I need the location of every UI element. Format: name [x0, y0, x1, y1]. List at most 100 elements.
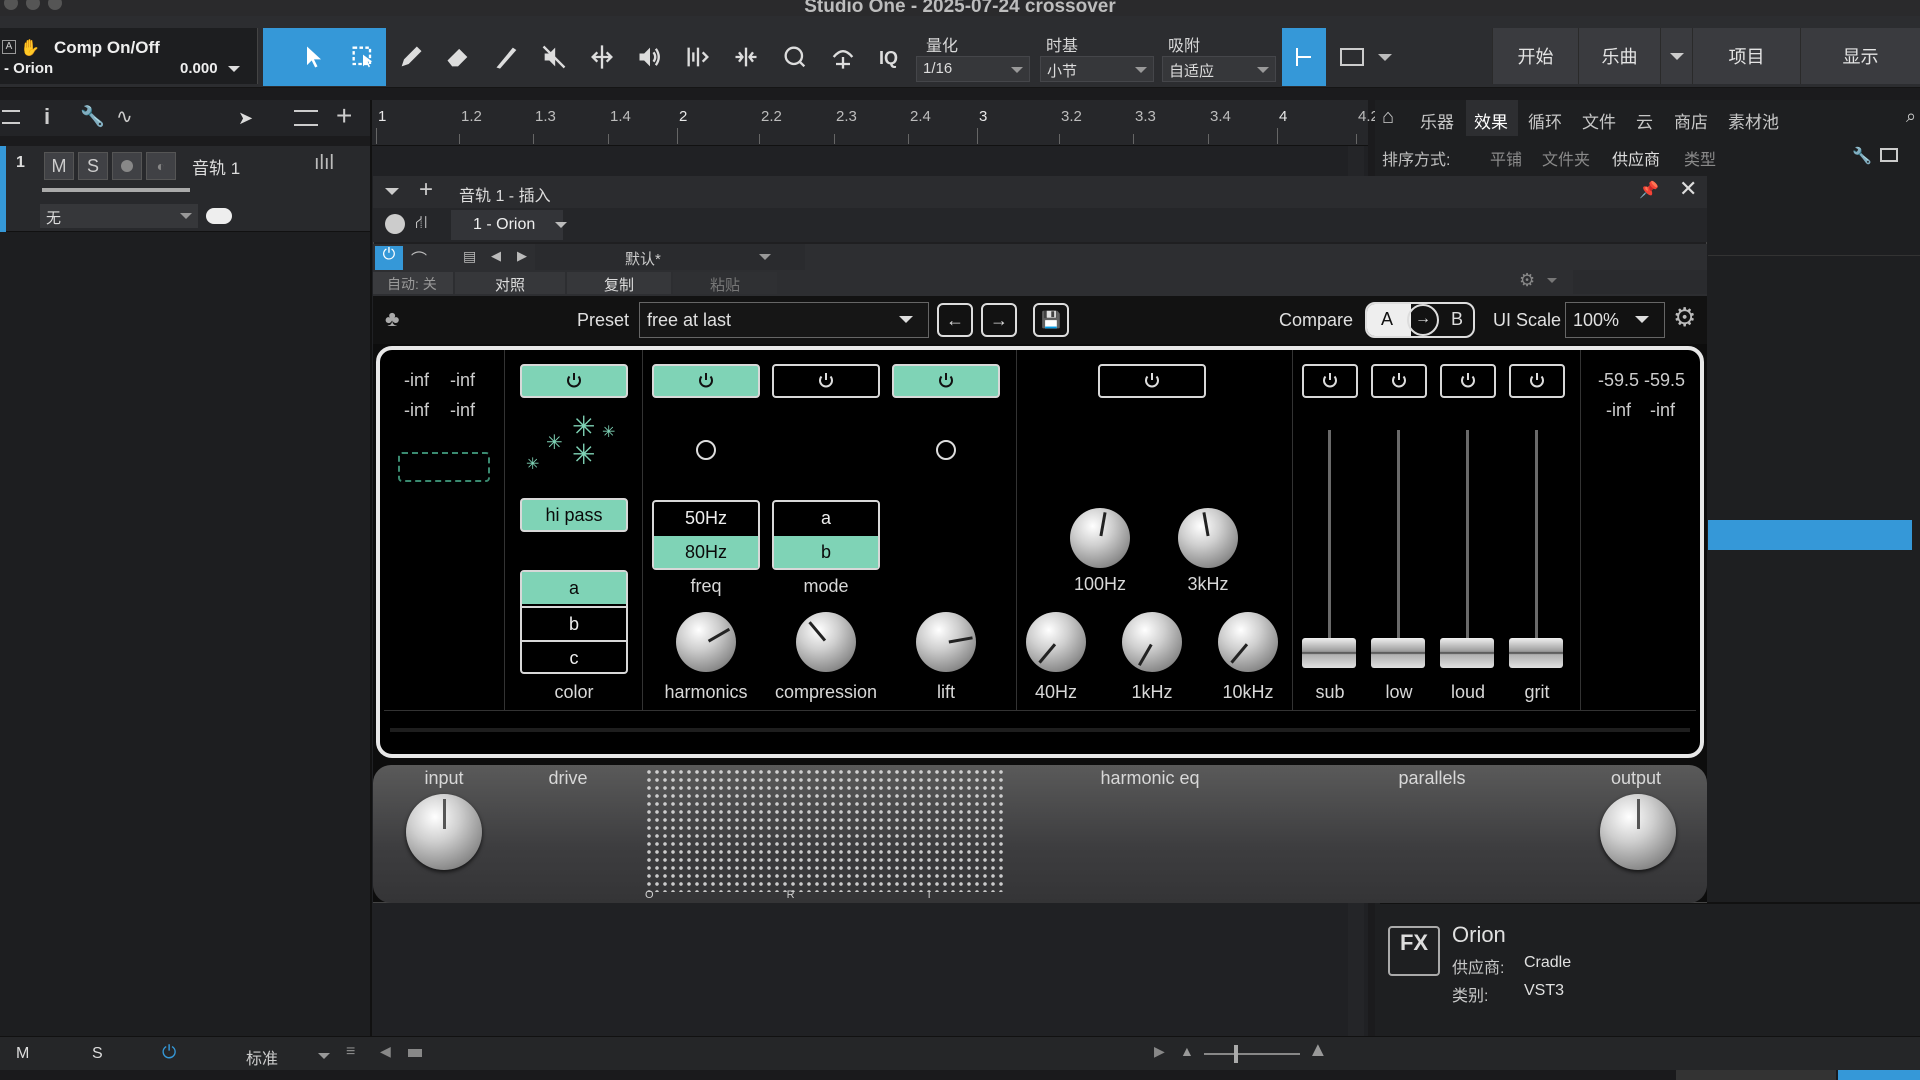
nav-project-button[interactable]: 项目 [1692, 28, 1800, 84]
lift-power-button[interactable] [892, 364, 1000, 398]
eq-100hz-knob[interactable] [1070, 508, 1130, 568]
record-arm-button[interactable] [112, 152, 142, 180]
menu-icon[interactable] [2, 110, 20, 124]
arrow-tool-icon[interactable] [297, 40, 331, 74]
chevron-down-icon[interactable] [1635, 316, 1649, 330]
preset-menu-icon[interactable]: ▤ [463, 248, 476, 265]
prev-preset-icon[interactable]: ◀ [491, 248, 501, 264]
routing-icon[interactable]: ⛙ [415, 212, 428, 236]
undo-button[interactable]: ← [937, 303, 973, 337]
macro-control-box[interactable]: A ✋ Comp On/Off - Orion 0.000 [0, 28, 258, 84]
iq-button[interactable]: IQ [879, 48, 898, 69]
browser-tab-cloud[interactable]: 云 [1636, 108, 1653, 133]
compare-button[interactable]: 对照 [455, 272, 565, 294]
mode-option-b[interactable]: b [774, 536, 878, 568]
power-icon[interactable]: ⏻ [162, 1042, 176, 1063]
scroll-right-icon[interactable]: ▶ [1154, 1043, 1165, 1060]
harmonics-power-button[interactable] [652, 364, 760, 398]
browser-tab-effects[interactable]: 效果 [1474, 108, 1508, 133]
arranger-tool-icon[interactable] [826, 40, 860, 74]
chevron-down-icon[interactable] [180, 213, 192, 225]
grit-fader[interactable] [1509, 638, 1563, 668]
snap-toggle-button[interactable] [1282, 28, 1326, 86]
snap-dropdown[interactable]: 自适应 [1162, 56, 1276, 82]
paint-tool-icon[interactable] [490, 40, 524, 74]
color-option-b[interactable]: b [522, 606, 626, 638]
gear-icon[interactable]: ⚙ [1519, 270, 1535, 291]
copy-a-to-b-icon[interactable]: → [1407, 304, 1439, 336]
eq-10khz-knob[interactable] [1218, 612, 1278, 672]
zoom-slider[interactable] [1204, 1053, 1300, 1055]
compression-power-button[interactable] [772, 364, 880, 398]
loud-fader[interactable] [1440, 638, 1494, 668]
settings-gear-icon[interactable]: ⚙ [1673, 302, 1696, 333]
mixer-s-button[interactable]: S [92, 1045, 103, 1063]
bend-tool-icon[interactable] [681, 40, 715, 74]
zoom-out-icon[interactable]: ▲ [1180, 1043, 1194, 1059]
range-tool-icon[interactable] [346, 40, 380, 74]
eq-3khz-knob[interactable] [1178, 508, 1238, 568]
browser-tab-loops[interactable]: 循环 [1528, 108, 1562, 133]
hi-pass-button[interactable]: hi pass [520, 498, 628, 532]
eq-1khz-knob[interactable] [1122, 612, 1182, 672]
bypass-icon[interactable]: ⌒ [411, 246, 427, 270]
loud-power-button[interactable] [1440, 364, 1496, 398]
harmonics-knob[interactable] [676, 612, 736, 672]
input-knob[interactable] [406, 794, 482, 870]
nav-start-button[interactable]: 开始 [1492, 28, 1578, 84]
sort-vendor[interactable]: 供应商 [1612, 146, 1660, 170]
paste-button[interactable]: 粘贴 [673, 272, 777, 294]
power-icon[interactable]: ⏻ [375, 246, 403, 270]
sub-power-button[interactable] [1302, 364, 1358, 398]
monitor-button[interactable]: ◐ [146, 152, 176, 180]
sort-folder[interactable]: 文件夹 [1542, 146, 1590, 170]
sub-fader[interactable] [1302, 638, 1356, 668]
h-scroll-thumb[interactable] [408, 1049, 422, 1057]
compare-a[interactable]: A [1381, 309, 1393, 330]
chevron-down-icon[interactable] [899, 316, 913, 330]
track-toggle-icon[interactable] [206, 208, 232, 224]
add-insert-icon[interactable]: + [419, 176, 433, 204]
wrench-icon[interactable]: 🔧 [1852, 146, 1872, 166]
nav-show-button[interactable]: 显示 [1800, 28, 1920, 84]
nav-song-button[interactable]: 乐曲 [1578, 28, 1660, 84]
drive-power-button[interactable] [520, 364, 628, 398]
next-preset-icon[interactable]: ▶ [517, 248, 527, 264]
chevron-down-icon[interactable] [1547, 278, 1557, 288]
browser-tab-instruments[interactable]: 乐器 [1420, 108, 1454, 133]
view-mode-icon[interactable] [1880, 148, 1898, 162]
browser-tab-files[interactable]: 文件 [1582, 108, 1616, 133]
mode-label[interactable]: 标准 [246, 1045, 278, 1069]
waveform-icon[interactable]: ılıl [314, 152, 334, 175]
freq-option-50[interactable]: 50Hz [654, 502, 758, 534]
harmonic-eq-power-button[interactable] [1098, 364, 1206, 398]
track-name[interactable]: 音轨 1 [192, 154, 240, 179]
scroll-left-icon[interactable]: ◀ [380, 1043, 391, 1060]
listen-tool-icon[interactable] [633, 40, 667, 74]
add-track-icon[interactable]: + [336, 100, 352, 132]
info-icon[interactable]: i [44, 104, 50, 130]
chevron-down-icon[interactable] [759, 254, 771, 266]
timebase-dropdown[interactable]: 小节 [1040, 56, 1154, 82]
track-input-dropdown[interactable]: 无 [40, 204, 198, 228]
pencil-tool-icon[interactable] [394, 40, 428, 74]
zoom-slider-thumb[interactable] [1234, 1045, 1238, 1063]
output-knob[interactable] [1600, 794, 1676, 870]
sort-flat[interactable]: 平铺 [1490, 146, 1522, 170]
search-icon[interactable]: ⌕ [1906, 106, 1916, 127]
comp-value[interactable]: 0.000 [180, 60, 218, 77]
freq-option-80[interactable]: 80Hz [654, 536, 758, 568]
compare-b[interactable]: B [1451, 309, 1463, 330]
copy-button[interactable]: 复制 [567, 272, 671, 294]
insert-icon[interactable] [385, 214, 405, 234]
browser-tab-pool[interactable]: 素材池 [1728, 108, 1779, 133]
list-view-icon[interactable] [294, 110, 318, 126]
browser-selected-item[interactable] [1708, 520, 1912, 550]
split-tool-icon[interactable] [585, 40, 619, 74]
chevron-down-icon[interactable] [318, 1053, 330, 1065]
redo-button[interactable]: → [981, 303, 1017, 337]
collapse-chevron-icon[interactable] [385, 188, 399, 202]
mute-button[interactable]: M [44, 152, 74, 180]
compression-knob[interactable] [796, 612, 856, 672]
color-option-a[interactable]: a [522, 572, 626, 604]
